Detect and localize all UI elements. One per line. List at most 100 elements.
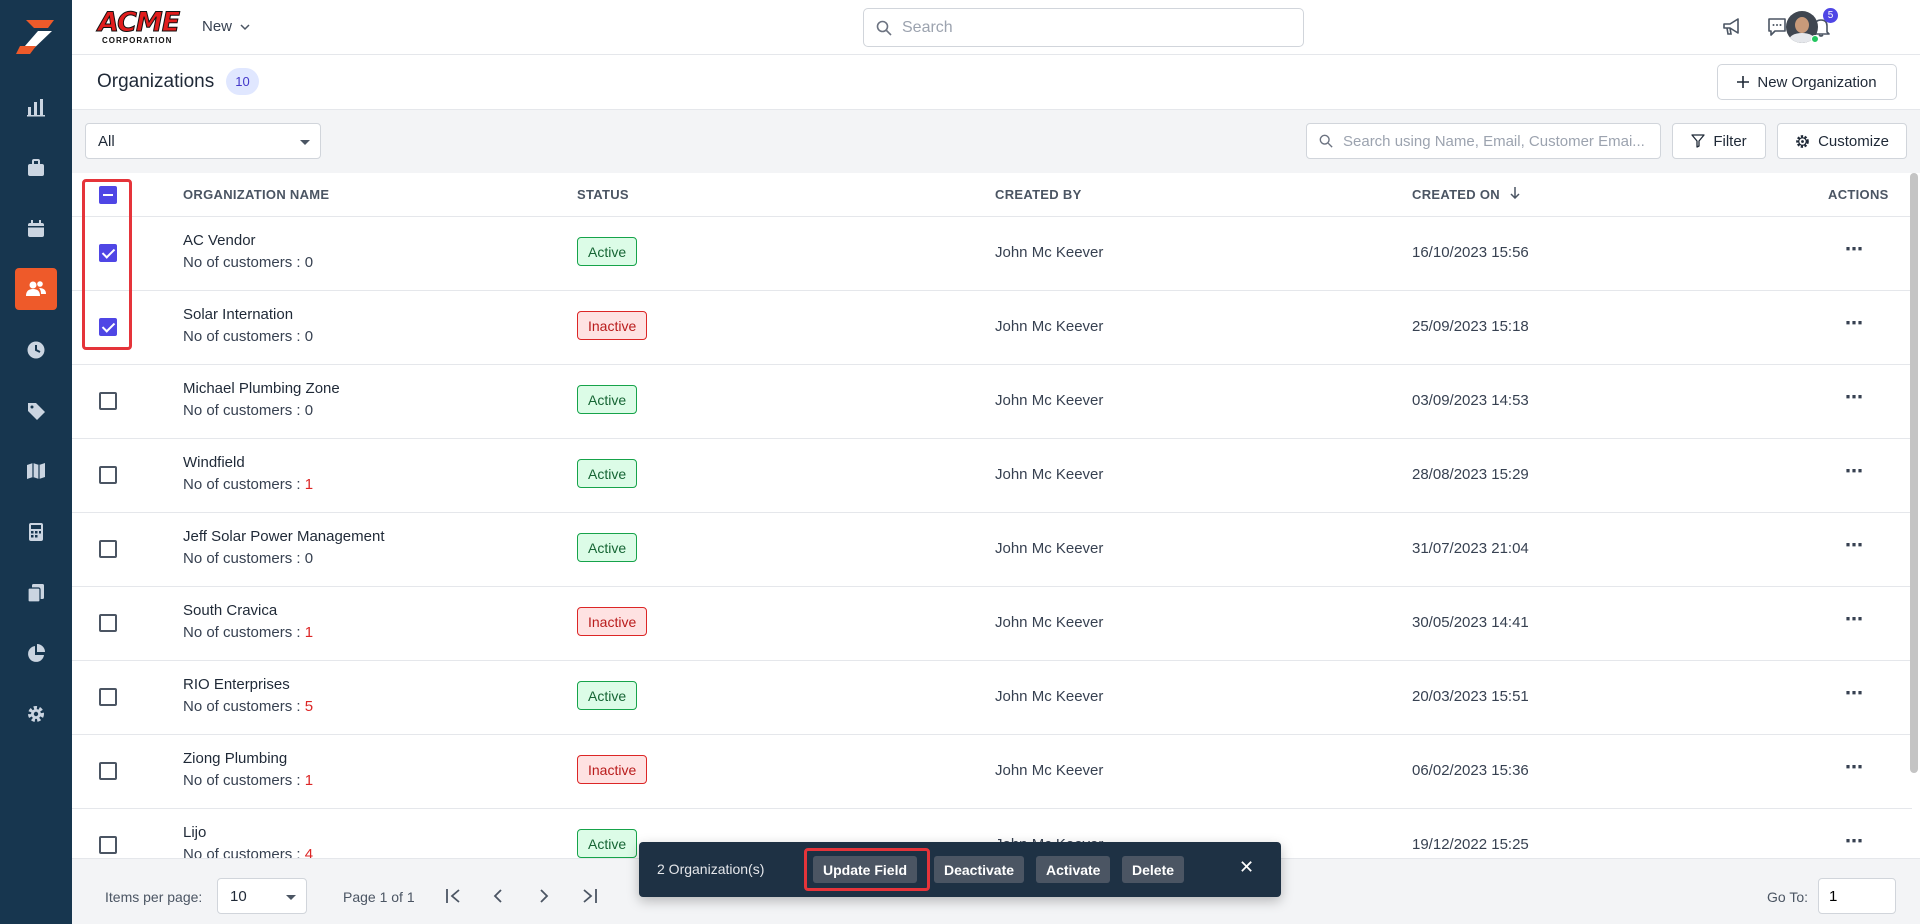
organization-name[interactable]: Solar Internation	[183, 306, 293, 323]
brand-logo[interactable]: ACME CORPORATION	[98, 7, 181, 46]
organization-name[interactable]: South Cravica	[183, 602, 277, 619]
sidebar	[0, 0, 72, 924]
sidebar-item-dashboard[interactable]	[15, 86, 57, 128]
table-scrollbar[interactable]	[1910, 173, 1918, 773]
row-actions-menu-icon[interactable]: ⋯	[1845, 609, 1864, 630]
organizations-table: ORGANIZATION NAME STATUS CREATED BY CREA…	[72, 173, 1912, 858]
row-checkbox[interactable]	[99, 614, 117, 632]
caret-down-icon	[286, 895, 296, 900]
table-row[interactable]: RIO Enterprises No of customers : 5 Active…	[72, 661, 1912, 735]
sidebar-item-reports[interactable]	[15, 633, 57, 675]
organization-name[interactable]: Lijo	[183, 824, 206, 841]
first-page-icon	[446, 889, 460, 903]
sidebar-item-pricing[interactable]	[15, 390, 57, 432]
table-row[interactable]: Ziong Plumbing No of customers : 1 Inactiv…	[72, 735, 1912, 809]
calendar-icon	[28, 220, 44, 237]
sidebar-item-documents[interactable]	[15, 572, 57, 614]
search-icon	[876, 20, 892, 36]
close-icon[interactable]: ✕	[1239, 857, 1254, 878]
row-actions-menu-icon[interactable]: ⋯	[1845, 387, 1864, 408]
row-actions-menu-icon[interactable]: ⋯	[1845, 683, 1864, 704]
column-header-created-on[interactable]: CREATED ON	[1412, 187, 1520, 202]
organization-name[interactable]: Michael Plumbing Zone	[183, 380, 340, 397]
megaphone-icon	[1723, 18, 1739, 35]
table-row[interactable]: AC Vendor No of customers : 0 Active John M…	[72, 217, 1912, 291]
organization-name[interactable]: Jeff Solar Power Management	[183, 528, 385, 545]
chart-bar-icon	[27, 99, 45, 117]
chevron-down-icon	[240, 23, 250, 30]
column-header-status[interactable]: STATUS	[577, 187, 629, 202]
next-page-button[interactable]	[531, 883, 557, 909]
created-on: 19/12/2022 15:25	[1412, 836, 1529, 853]
items-per-page-select[interactable]: 10	[217, 878, 307, 914]
table-row[interactable]: South Cravica No of customers : 1 Inactive…	[72, 587, 1912, 661]
sidebar-item-map[interactable]	[15, 450, 57, 492]
notification-count-badge: 5	[1823, 8, 1838, 23]
brand-name: ACME	[98, 7, 181, 38]
online-status-dot	[1811, 35, 1819, 43]
page-info: Page 1 of 1	[343, 889, 415, 905]
row-actions-menu-icon[interactable]: ⋯	[1845, 313, 1864, 334]
filter-button[interactable]: Filter	[1672, 123, 1766, 159]
column-header-name[interactable]: ORGANIZATION NAME	[183, 187, 329, 202]
funnel-icon	[1691, 134, 1705, 148]
created-by: John Mc Keever	[995, 688, 1104, 705]
column-header-created-by[interactable]: CREATED BY	[995, 187, 1082, 202]
customize-button[interactable]: Customize	[1777, 123, 1907, 159]
created-on: 03/09/2023 14:53	[1412, 392, 1529, 409]
app-logo-icon[interactable]	[14, 16, 58, 60]
view-filter-select[interactable]: All	[85, 123, 321, 159]
new-menu-button[interactable]: New	[202, 18, 250, 35]
table-row[interactable]: Michael Plumbing Zone No of customers : 0…	[72, 365, 1912, 439]
page-header: Organizations 10 New Organization	[72, 55, 1920, 110]
created-on: 28/08/2023 15:29	[1412, 466, 1529, 483]
organization-name[interactable]: Windfield	[183, 454, 245, 471]
row-actions-menu-icon[interactable]: ⋯	[1845, 757, 1864, 778]
customer-count-value: 0	[304, 402, 314, 419]
global-search-input[interactable]	[902, 18, 1282, 37]
announcements-button[interactable]	[1719, 14, 1745, 40]
row-actions-menu-icon[interactable]: ⋯	[1845, 535, 1864, 556]
row-checkbox[interactable]	[99, 466, 117, 484]
sidebar-item-calendar[interactable]	[15, 208, 57, 250]
customer-count-label: No of customers :	[183, 476, 305, 493]
row-actions-menu-icon[interactable]: ⋯	[1845, 461, 1864, 482]
row-checkbox[interactable]	[99, 836, 117, 854]
table-search[interactable]	[1306, 123, 1661, 159]
row-actions-menu-icon[interactable]: ⋯	[1845, 831, 1864, 852]
global-search[interactable]	[863, 8, 1304, 47]
status-badge: Active	[577, 237, 638, 266]
table-search-input[interactable]	[1343, 132, 1653, 150]
delete-button[interactable]: Delete	[1122, 856, 1185, 883]
row-actions-menu-icon[interactable]: ⋯	[1845, 239, 1864, 260]
items-per-page-label: Items per page:	[105, 889, 203, 905]
row-checkbox[interactable]	[99, 688, 117, 706]
row-checkbox[interactable]	[99, 540, 117, 558]
organization-name[interactable]: Ziong Plumbing	[183, 750, 287, 767]
previous-page-button[interactable]	[485, 883, 511, 909]
last-page-button[interactable]	[576, 883, 602, 909]
sidebar-item-estimates[interactable]	[15, 511, 57, 553]
sidebar-item-jobs[interactable]	[15, 147, 57, 189]
new-organization-button[interactable]: New Organization	[1717, 64, 1897, 100]
row-checkbox[interactable]	[99, 392, 117, 410]
table-row[interactable]: Solar Internation No of customers : 0 Inac…	[72, 291, 1912, 365]
first-page-button[interactable]	[441, 883, 467, 909]
row-checkbox[interactable]	[99, 762, 117, 780]
table-row[interactable]: Jeff Solar Power Management No of custome…	[72, 513, 1912, 587]
sidebar-item-organizations[interactable]	[15, 268, 57, 310]
organization-name[interactable]: RIO Enterprises	[183, 676, 290, 693]
goto-page-input[interactable]	[1818, 878, 1896, 914]
page-title: Organizations	[97, 71, 215, 92]
status-badge: Inactive	[577, 755, 648, 784]
sidebar-item-settings[interactable]	[15, 693, 57, 735]
organization-name[interactable]: AC Vendor	[183, 232, 256, 249]
caret-down-icon	[300, 140, 310, 145]
items-per-page-value: 10	[230, 887, 247, 905]
table-row[interactable]: Windfield No of customers : 1 Active John M…	[72, 439, 1912, 513]
created-by: John Mc Keever	[995, 614, 1104, 631]
activate-button[interactable]: Activate	[1036, 856, 1111, 883]
sidebar-item-time[interactable]	[15, 329, 57, 371]
created-by: John Mc Keever	[995, 244, 1104, 261]
deactivate-button[interactable]: Deactivate	[934, 856, 1025, 883]
